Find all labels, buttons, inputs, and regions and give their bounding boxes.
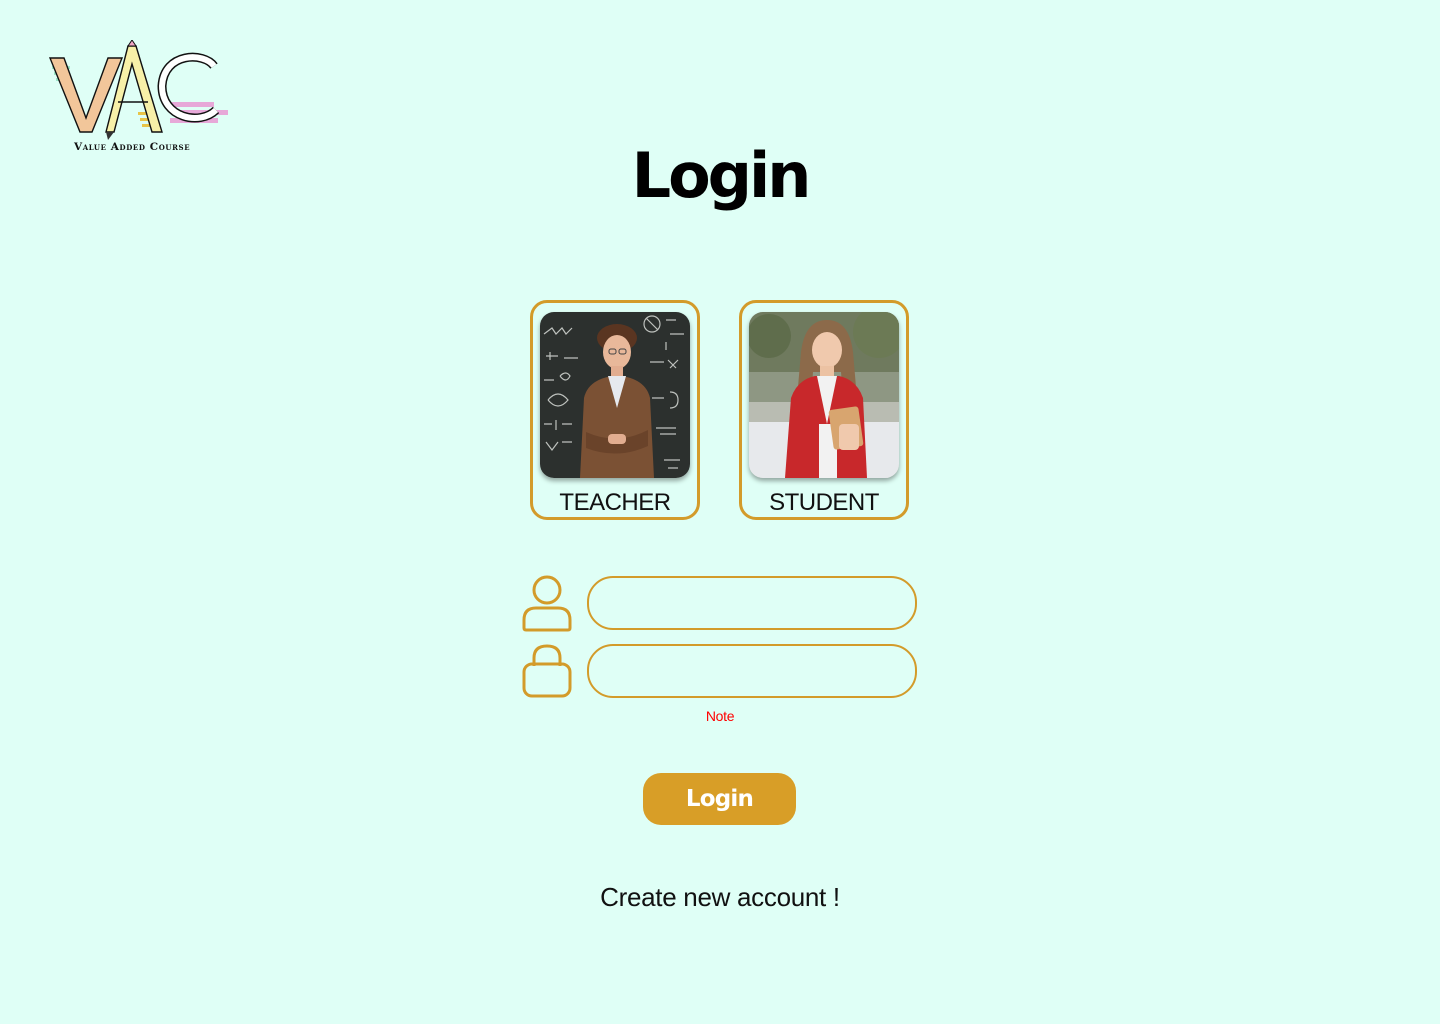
page-title: Login — [631, 139, 812, 212]
lock-icon — [520, 642, 576, 707]
login-button[interactable]: Login — [643, 773, 796, 825]
form-note: Note — [705, 708, 735, 724]
username-field[interactable] — [587, 576, 917, 630]
user-icon — [520, 574, 576, 639]
role-label-student: STUDENT — [769, 489, 879, 516]
student-photo — [749, 312, 899, 478]
role-card-teacher[interactable]: TEACHER — [530, 300, 700, 520]
role-card-student[interactable]: STUDENT — [739, 300, 909, 520]
password-field[interactable] — [587, 644, 917, 698]
role-label-teacher: TEACHER — [559, 489, 671, 516]
vac-logo-mark — [48, 40, 228, 140]
teacher-photo — [540, 312, 690, 478]
create-account-link[interactable]: Create new account ! — [0, 882, 1440, 913]
